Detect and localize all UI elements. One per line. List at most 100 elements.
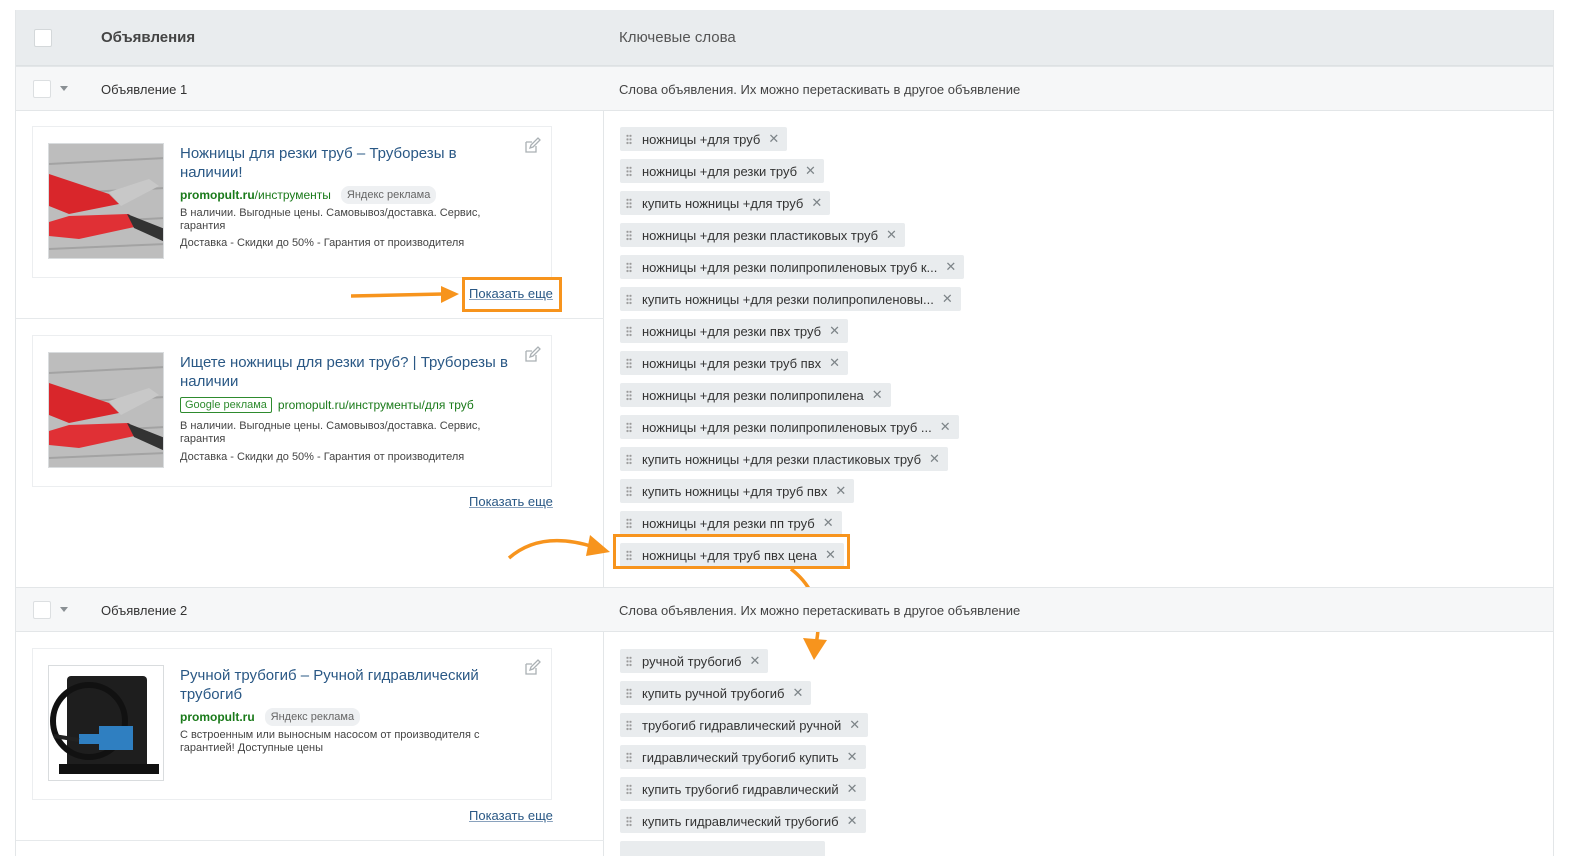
ad-description: С встроенным или выносным насосом от про… <box>180 729 480 754</box>
drag-handle-icon[interactable] <box>626 815 632 827</box>
group-1-keywords-hint: Слова объявления. Их можно перетаскивать… <box>619 82 1021 97</box>
ad-url[interactable]: promopult.ru/инструменты/для труб <box>278 397 474 413</box>
remove-icon[interactable]: ✕ <box>847 781 858 797</box>
yandex-ad-badge: Яндекс реклама <box>264 708 361 726</box>
ad-card: Ножницы для резки труб – Труборезы в нал… <box>32 126 552 278</box>
keyword-chip[interactable]: ножницы +для резки труб ✕ <box>620 159 824 183</box>
group-1-title: Объявление 1 <box>101 82 188 97</box>
remove-icon[interactable]: ✕ <box>829 355 840 371</box>
show-more-link[interactable]: Показать еще <box>469 808 553 823</box>
ad-domain[interactable]: promopult.ru <box>180 709 255 725</box>
ad-thumbnail <box>48 143 164 259</box>
remove-icon[interactable]: ✕ <box>886 227 897 243</box>
collapse-caret-icon[interactable] <box>60 607 68 612</box>
drag-handle-icon[interactable] <box>626 357 632 369</box>
ad-title-link[interactable]: Ручной трубогиб – Ручной гидравлический … <box>180 666 520 704</box>
keyword-chip[interactable]: ножницы +для резки полипропиленовых труб… <box>620 415 959 439</box>
remove-icon[interactable]: ✕ <box>835 483 846 499</box>
ad-separator <box>16 318 604 319</box>
keyword-chip[interactable]: купить ножницы +для резки полипропиленов… <box>620 287 961 311</box>
keyword-chip[interactable]: купить ручной трубогиб ✕ <box>620 681 812 705</box>
collapse-caret-icon[interactable] <box>60 86 68 91</box>
keyword-chip-partial[interactable] <box>620 841 825 856</box>
drag-handle-icon[interactable] <box>626 165 632 177</box>
pipe-cutter-image <box>49 144 163 258</box>
remove-icon[interactable]: ✕ <box>792 685 803 701</box>
keyword-chip[interactable]: ножницы +для труб ✕ <box>620 127 788 151</box>
ad-description: В наличии. Выгодные цены. Самовывоз/дост… <box>180 207 481 232</box>
show-more-link[interactable]: Показать еще <box>469 286 553 301</box>
ad-thumbnail <box>48 352 164 468</box>
show-more-link[interactable]: Показать еще <box>469 494 553 509</box>
remove-icon[interactable]: ✕ <box>811 195 822 211</box>
remove-icon[interactable]: ✕ <box>929 451 940 467</box>
keyword-chip[interactable]: ножницы +для резки труб пвх ✕ <box>620 351 849 375</box>
edit-icon[interactable] <box>523 659 541 677</box>
edit-icon[interactable] <box>523 137 541 155</box>
keyword-chip[interactable]: ножницы +для резки пластиковых труб ✕ <box>620 223 905 247</box>
remove-icon[interactable]: ✕ <box>847 749 858 765</box>
drag-handle-icon[interactable] <box>626 229 632 241</box>
drag-handle-icon[interactable] <box>626 421 632 433</box>
drag-handle-icon[interactable] <box>626 325 632 337</box>
drag-handle-icon[interactable] <box>626 389 632 401</box>
group-1-checkbox[interactable] <box>33 80 51 98</box>
remove-icon[interactable]: ✕ <box>849 717 860 733</box>
keyword-chip[interactable]: ножницы +для резки полипропиленовых труб… <box>620 255 965 279</box>
keywords-column-header: Ключевые слова <box>619 29 736 46</box>
drag-handle-icon[interactable] <box>626 751 632 763</box>
remove-icon[interactable]: ✕ <box>823 515 834 531</box>
remove-icon[interactable]: ✕ <box>945 259 956 275</box>
drag-handle-icon[interactable] <box>626 453 632 465</box>
ad-title-link[interactable]: Ищете ножницы для резки труб? | Труборез… <box>180 353 520 391</box>
select-all-checkbox[interactable] <box>34 29 52 47</box>
drag-handle-icon[interactable] <box>626 655 632 667</box>
remove-icon[interactable]: ✕ <box>847 813 858 829</box>
keyword-chip[interactable]: гидравлический трубогиб купить ✕ <box>620 745 866 769</box>
drag-handle-icon[interactable] <box>626 719 632 731</box>
pipe-bender-image <box>49 666 163 780</box>
drag-handle-icon[interactable] <box>626 687 632 699</box>
highlight-keyword <box>613 534 850 569</box>
remove-icon[interactable]: ✕ <box>872 387 883 403</box>
keyword-chip[interactable]: ножницы +для резки пп труб ✕ <box>620 511 842 535</box>
table-header: Объявления Ключевые слова <box>16 10 1553 66</box>
remove-icon[interactable]: ✕ <box>829 323 840 339</box>
pipe-cutter-image <box>49 353 163 467</box>
group-2-checkbox[interactable] <box>33 601 51 619</box>
remove-icon[interactable]: ✕ <box>749 653 760 669</box>
remove-icon[interactable]: ✕ <box>942 291 953 307</box>
curved-arrow-icon <box>507 535 610 560</box>
remove-icon[interactable]: ✕ <box>805 163 816 179</box>
drag-handle-icon[interactable] <box>626 197 632 209</box>
keyword-chip[interactable]: купить ножницы +для труб пвх ✕ <box>620 479 855 503</box>
keyword-chip[interactable]: купить трубогиб гидравлический ✕ <box>620 777 866 801</box>
column-divider <box>603 632 604 856</box>
ad-url-line: promopult.ru Яндекс реклама <box>180 708 361 726</box>
ad-card: Ручной трубогиб – Ручной гидравлический … <box>32 648 552 800</box>
arrow-right-icon <box>351 286 459 303</box>
keyword-chip[interactable]: ножницы +для резки полипропилена ✕ <box>620 383 891 407</box>
group-row-1: Объявление 1 Слова объявления. Их можно … <box>16 66 1553 111</box>
drag-handle-icon[interactable] <box>626 133 632 145</box>
edit-icon[interactable] <box>523 346 541 364</box>
ad-thumbnail <box>48 665 164 781</box>
ad-groups-table: Объявления Ключевые слова Объявление 1 С… <box>15 10 1554 856</box>
keyword-chip[interactable]: купить гидравлический трубогиб ✕ <box>620 809 866 833</box>
keyword-chip[interactable]: ручной трубогиб ✕ <box>620 649 769 673</box>
remove-icon[interactable]: ✕ <box>768 131 779 147</box>
drag-handle-icon[interactable] <box>626 261 632 273</box>
keyword-chip[interactable]: купить ножницы +для труб ✕ <box>620 191 831 215</box>
drag-handle-icon[interactable] <box>626 485 632 497</box>
keyword-chip[interactable]: ножницы +для резки пвх труб ✕ <box>620 319 849 343</box>
ad-title-link[interactable]: Ножницы для резки труб – Труборезы в нал… <box>180 144 520 182</box>
ad-separator <box>16 840 604 841</box>
drag-handle-icon[interactable] <box>626 293 632 305</box>
keyword-chip[interactable]: трубогиб гидравлический ручной ✕ <box>620 713 869 737</box>
keyword-chip[interactable]: купить ножницы +для резки пластиковых тр… <box>620 447 948 471</box>
drag-handle-icon[interactable] <box>626 783 632 795</box>
remove-icon[interactable]: ✕ <box>940 419 951 435</box>
ad-domain[interactable]: promopult.ru/инструменты <box>180 187 331 203</box>
drag-handle-icon[interactable] <box>626 517 632 529</box>
ads-column-header: Объявления <box>101 29 196 46</box>
